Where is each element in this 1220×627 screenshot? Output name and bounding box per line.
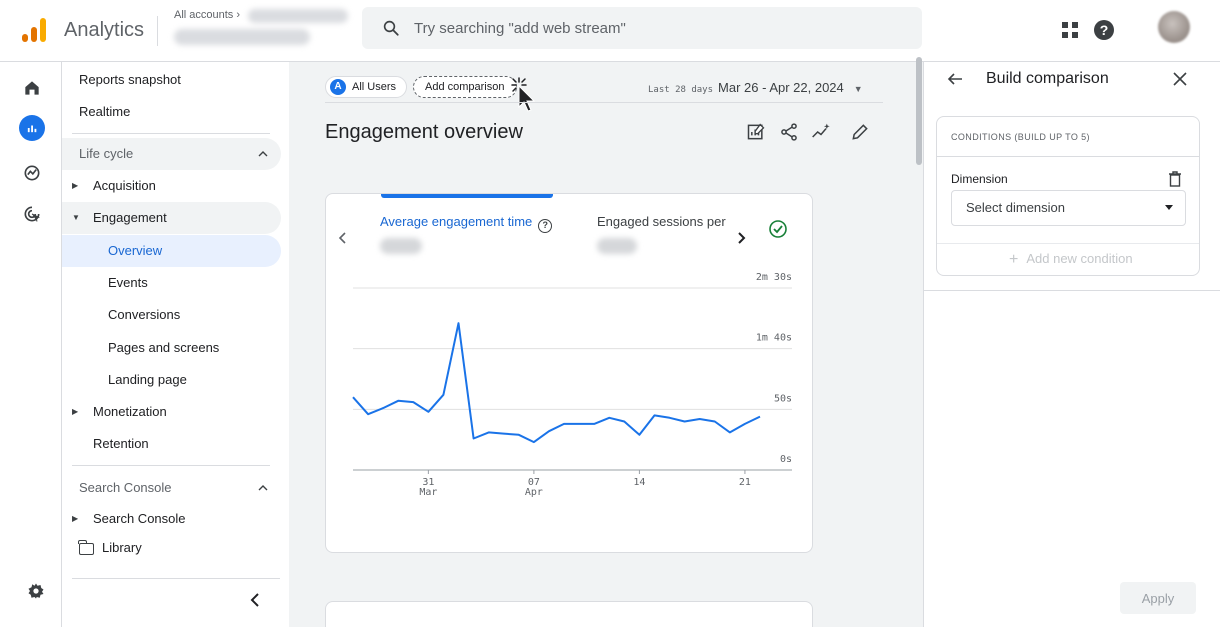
insights-sparkle-icon[interactable]	[811, 122, 831, 142]
nav-section-search-console[interactable]: Search Console	[79, 480, 172, 495]
main-scrollbar[interactable]	[916, 57, 922, 165]
nav-events[interactable]: Events	[62, 267, 281, 299]
customize-report-icon[interactable]	[746, 122, 766, 142]
collapse-nav-chevron-left-icon[interactable]	[248, 592, 264, 608]
reports-icon	[27, 125, 37, 133]
y-tick-label: 1m 40s	[756, 333, 792, 344]
nav-divider	[72, 133, 270, 134]
line-chart[interactable]: 0s50s1m 40s2m 30s31Mar07Apr14 21	[326, 194, 813, 553]
app-name: Analytics	[64, 19, 145, 41]
plus-icon: +	[1009, 251, 1019, 268]
secondary-card	[325, 601, 813, 627]
nav-divider	[72, 465, 270, 466]
conditions-divider	[937, 243, 1199, 244]
segment-badge: A	[330, 79, 346, 95]
close-icon[interactable]	[1172, 71, 1188, 87]
select-dimension-value: Select dimension	[966, 200, 1065, 215]
nav-overview[interactable]: Overview	[62, 235, 281, 267]
nav-engagement[interactable]: ▼ Engagement	[62, 202, 281, 234]
expand-triangle-icon: ▶	[72, 181, 79, 190]
top-bar: Analytics All accounts › ?	[0, 0, 1220, 62]
comparison-chip-all-users[interactable]: A All Users	[325, 76, 408, 98]
apps-grid-icon[interactable]	[1062, 22, 1078, 38]
account-name-redacted[interactable]	[248, 9, 348, 23]
nav-acquisition[interactable]: ▶ Acquisition	[62, 170, 281, 202]
collapse-triangle-icon: ▼	[72, 213, 80, 222]
avatar[interactable]	[1158, 11, 1190, 43]
y-tick-label: 50s	[774, 393, 792, 404]
nav-label: Acquisition	[93, 178, 156, 193]
account-selector-label[interactable]: All accounts ›	[174, 9, 240, 21]
advertising-icon[interactable]	[22, 204, 42, 224]
nav-reports-snapshot[interactable]: Reports snapshot	[62, 64, 281, 96]
nav-monetization[interactable]: ▶ Monetization	[62, 396, 281, 428]
x-tick-month-label: Mar	[419, 487, 437, 498]
date-range-selector[interactable]: Last 28 days Mar 26 - Apr 22, 2024 ▼	[648, 80, 863, 95]
header-divider	[325, 102, 883, 103]
home-icon[interactable]	[22, 78, 42, 98]
date-range-label: Mar 26 - Apr 22, 2024	[718, 80, 844, 95]
nav-divider	[72, 578, 280, 579]
conditions-divider	[937, 156, 1199, 157]
engagement-chart-card: Average engagement time? Engaged session…	[325, 193, 813, 553]
edit-pencil-icon[interactable]	[850, 122, 870, 142]
panel-title: Build comparison	[986, 70, 1109, 87]
date-range-preset: Last 28 days	[648, 85, 714, 95]
nav-pages-and-screens[interactable]: Pages and screens	[62, 332, 281, 364]
back-arrow-icon[interactable]	[946, 70, 964, 88]
search-bar[interactable]	[362, 7, 922, 49]
add-condition-label: Add new condition	[1026, 251, 1133, 266]
expand-triangle-icon: ▶	[72, 407, 79, 416]
expand-triangle-icon: ▶	[72, 514, 79, 523]
nav-conversions[interactable]: Conversions	[62, 299, 281, 331]
nav-realtime[interactable]: Realtime	[62, 96, 281, 128]
build-comparison-panel: Build comparison CONDITIONS (BUILD UP TO…	[923, 62, 1220, 627]
nav-label: Search Console	[93, 511, 186, 526]
apply-button[interactable]: Apply	[1120, 582, 1196, 614]
settings-gear-icon[interactable]	[27, 582, 45, 600]
dropdown-caret-icon: ▼	[853, 84, 863, 94]
nav-label: Monetization	[93, 404, 167, 419]
chip-label: All Users	[352, 81, 397, 93]
y-tick-label: 2m 30s	[756, 272, 792, 283]
main-content: A All Users Add comparison Last 28 days M…	[290, 62, 922, 627]
add-comparison-button[interactable]: Add comparison	[413, 76, 517, 98]
nav-landing-page[interactable]: Landing page	[62, 364, 281, 396]
property-name-redacted[interactable]	[174, 29, 310, 45]
x-tick-label: 14	[633, 477, 645, 488]
left-rail	[0, 62, 62, 627]
nav-search-console[interactable]: ▶ Search Console	[62, 503, 281, 535]
page-title: Engagement overview	[325, 121, 523, 143]
add-new-condition-button[interactable]: + Add new condition	[1009, 251, 1133, 269]
nav-label: Engagement	[93, 210, 167, 225]
reports-nav: Reports snapshot Realtime Life cycle ▶ Ac…	[62, 62, 289, 627]
explore-icon[interactable]	[22, 163, 42, 183]
chevron-up-icon[interactable]	[258, 483, 268, 493]
y-tick-label: 0s	[780, 454, 792, 465]
help-icon[interactable]: ?	[1094, 20, 1114, 40]
chevron-up-icon[interactable]	[258, 149, 268, 159]
search-icon	[383, 20, 399, 36]
header-divider	[157, 16, 158, 46]
nav-retention[interactable]: Retention	[62, 428, 281, 460]
search-input[interactable]	[414, 7, 894, 49]
mouse-pointer-click-icon	[511, 77, 536, 112]
conditions-box: CONDITIONS (BUILD UP TO 5) Dimension Sel…	[936, 116, 1200, 276]
nav-section-life-cycle[interactable]: Life cycle	[62, 138, 281, 170]
dimension-label: Dimension	[951, 172, 1008, 186]
share-icon[interactable]	[779, 122, 799, 142]
panel-divider	[924, 290, 1220, 291]
nav-library[interactable]: Library	[62, 532, 281, 564]
series-line[interactable]	[352, 322, 761, 444]
dropdown-caret-icon	[1165, 205, 1173, 210]
trash-icon[interactable]	[1168, 171, 1182, 187]
select-dimension-dropdown[interactable]: Select dimension	[951, 190, 1186, 226]
x-tick-month-label: Apr	[525, 487, 543, 498]
analytics-logo-icon[interactable]	[22, 16, 48, 42]
conditions-title: CONDITIONS (BUILD UP TO 5)	[951, 132, 1090, 142]
x-tick-label: 21	[739, 477, 751, 488]
